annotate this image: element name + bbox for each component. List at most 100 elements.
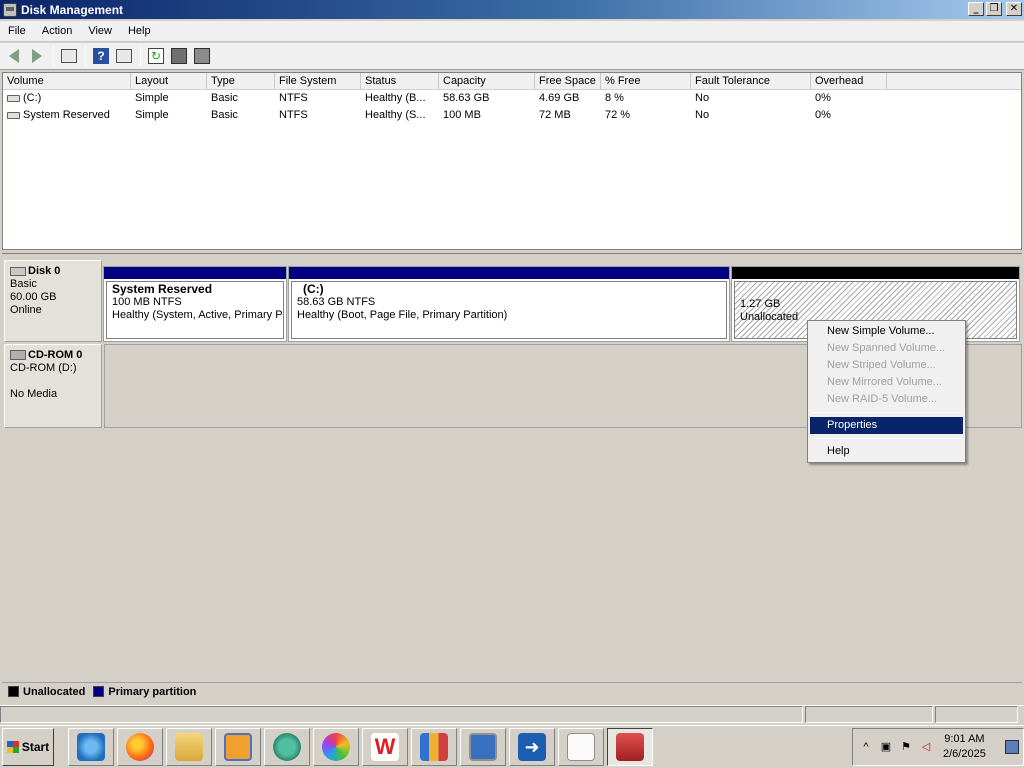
help-button[interactable]: ? [90, 45, 112, 67]
primary-partition-swatch [93, 686, 105, 697]
volume-name: (C:) [23, 92, 42, 104]
menu-help[interactable]: Help [120, 25, 159, 37]
start-button[interactable]: Start [2, 728, 54, 766]
menu-view[interactable]: View [80, 25, 120, 37]
type-cell: Basic [211, 109, 238, 121]
taskbar-app-network-computer[interactable] [460, 728, 506, 766]
column-header-overhead[interactable]: Overhead [811, 73, 887, 89]
column-header-free-space[interactable]: Free Space [535, 73, 601, 89]
legend-label: Primary partition [108, 685, 197, 698]
disk-0-label[interactable]: Disk 0 Basic 60.00 GB Online [4, 260, 102, 342]
menu-file[interactable]: File [0, 25, 34, 37]
color-wheel-app-icon [322, 733, 350, 761]
taskbar-app-wps-office[interactable]: W [362, 728, 408, 766]
menu-item-properties[interactable]: Properties [810, 417, 963, 434]
drive-icon [7, 94, 20, 102]
status-pane-main [0, 706, 803, 723]
file-system-cell: NTFS [279, 92, 308, 104]
clock[interactable]: 9:01 AM 2/6/2025 [943, 732, 986, 762]
context-menu: New Simple Volume... New Spanned Volume.… [807, 320, 966, 463]
column-header-status[interactable]: Status [361, 73, 439, 89]
minimize-button[interactable]: _ [968, 2, 984, 16]
tray-expand-icon[interactable]: ^ [859, 740, 873, 754]
column-header-capacity[interactable]: Capacity [439, 73, 535, 89]
disk-0-type: Basic [10, 278, 37, 290]
forward-button[interactable] [26, 45, 48, 67]
layout-cell: Simple [135, 109, 169, 121]
taskbar-app-archive[interactable] [411, 728, 457, 766]
taskbar-app-internet-explorer[interactable] [68, 728, 114, 766]
status-pane-2 [805, 706, 933, 723]
firefox-icon [126, 733, 154, 761]
windows-logo-icon [6, 741, 19, 753]
column-header-file-system[interactable]: File System [275, 73, 361, 89]
column-header-fault-tolerance[interactable]: Fault Tolerance [691, 73, 811, 89]
show-desktop-icon[interactable] [1005, 740, 1019, 754]
close-button[interactable]: ✕ [1006, 2, 1022, 16]
unallocated-swatch [8, 686, 19, 697]
taskbar-app-notepad[interactable] [558, 728, 604, 766]
start-label: Start [21, 740, 50, 754]
overhead-cell: 0% [815, 92, 831, 104]
title-bar: Disk Management _ ❐ ✕ [0, 0, 1024, 19]
table-row[interactable]: (C:) Simple Basic NTFS Healthy (B... 58.… [3, 90, 1021, 107]
partition-size: 1.27 GB [740, 298, 781, 310]
cdrom-icon [10, 350, 26, 361]
volume-muted-icon[interactable]: ◁ [919, 740, 933, 754]
menu-item-new-striped-volume: New Striped Volume... [827, 359, 936, 371]
capacity-cell: 58.63 GB [443, 92, 490, 104]
back-button[interactable] [3, 45, 25, 67]
drive-icon [7, 111, 20, 119]
partition-name: System Reserved [112, 282, 213, 296]
properties-button[interactable] [168, 45, 190, 67]
partition-status: Healthy (Boot, Page File, Primary Partit… [297, 309, 508, 321]
restore-button[interactable]: ❐ [986, 2, 1002, 16]
disk-ops-icon [194, 48, 210, 64]
show-hide-tree-button[interactable] [58, 45, 80, 67]
cdrom-0-state: No Media [10, 388, 58, 400]
table-row[interactable]: System Reserved Simple Basic NTFS Health… [3, 107, 1021, 124]
cdrom-0-label[interactable]: CD-ROM 0 CD-ROM (D:) No Media [4, 344, 102, 428]
column-header-volume[interactable]: Volume [3, 73, 131, 89]
disk-ops-button[interactable] [191, 45, 213, 67]
toolbar-separator [53, 46, 54, 66]
layout-cell: Simple [135, 92, 169, 104]
legend-primary-partition: Primary partition [93, 686, 196, 698]
column-header-layout[interactable]: Layout [131, 73, 207, 89]
export-list-button[interactable] [113, 45, 135, 67]
partition-status: Healthy (System, Active, Primary Partiti… [112, 309, 283, 321]
partition-system-reserved[interactable]: System Reserved 100 MB NTFS Healthy (Sys… [103, 266, 287, 342]
volume-name: System Reserved [23, 109, 110, 121]
disk-0-state: Online [10, 304, 42, 316]
taskbar-app-media-player[interactable] [215, 728, 261, 766]
column-header-type[interactable]: Type [207, 73, 275, 89]
network-icon[interactable]: ▣ [879, 740, 893, 754]
disk-management-icon [3, 2, 17, 17]
cdrom-0-name: CD-ROM 0 [28, 349, 83, 361]
taskbar-app-file-explorer[interactable] [166, 728, 212, 766]
partition-bar [104, 267, 286, 279]
network-computer-icon [469, 733, 497, 761]
taskbar-app-firefox[interactable] [117, 728, 163, 766]
status-cell: Healthy (S... [365, 109, 426, 121]
system-tray: ^ ▣ ⚑ ◁ 9:01 AM 2/6/2025 [852, 728, 1024, 766]
taskbar-app-toolbox[interactable] [607, 728, 653, 766]
menu-action[interactable]: Action [34, 25, 81, 37]
menu-bar: File Action View Help [0, 21, 1024, 42]
taskbar-app-remote-transfer[interactable]: ➜ [509, 728, 555, 766]
menu-item-new-simple-volume[interactable]: New Simple Volume... [810, 323, 963, 340]
taskbar-app-chat[interactable] [264, 728, 310, 766]
refresh-button[interactable]: ↻ [145, 45, 167, 67]
legend-unallocated: Unallocated [8, 686, 85, 698]
percent-free-cell: 72 % [605, 109, 631, 121]
column-header-percent-free[interactable]: % Free [601, 73, 691, 89]
free-space-cell: 72 MB [539, 109, 571, 121]
partition-c-drive[interactable]: (C:) 58.63 GB NTFS Healthy (Boot, Page F… [288, 266, 730, 342]
media-player-icon [224, 733, 252, 761]
taskbar-app-color-wheel[interactable] [313, 728, 359, 766]
toolbar-separator [85, 46, 86, 66]
flag-icon[interactable]: ⚑ [899, 740, 913, 754]
menu-item-help[interactable]: Help [810, 443, 963, 460]
menu-item-new-mirrored-volume: New Mirrored Volume... [827, 376, 942, 388]
